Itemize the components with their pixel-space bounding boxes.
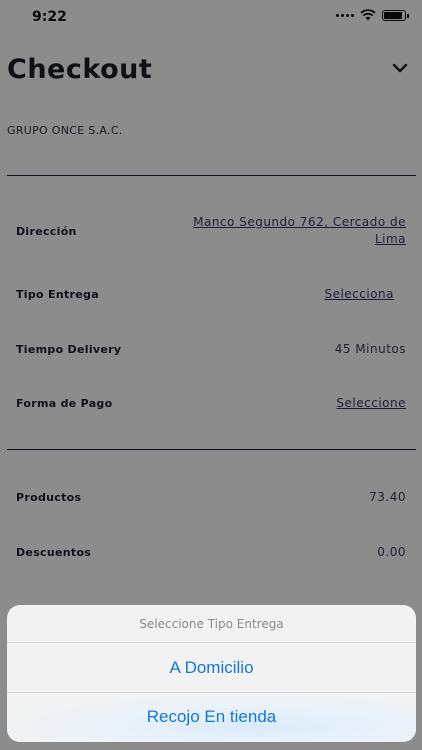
- action-sheet: Seleccione Tipo Entrega A Domicilio Reco…: [7, 605, 416, 742]
- option-store-pickup[interactable]: Recojo En tienda: [7, 692, 416, 741]
- checkout-screen: 9:22 Checkout GRUPO ONCE S.A.C. Direcció…: [0, 0, 422, 750]
- action-sheet-title: Seleccione Tipo Entrega: [7, 605, 416, 643]
- option-home-delivery[interactable]: A Domicilio: [7, 643, 416, 692]
